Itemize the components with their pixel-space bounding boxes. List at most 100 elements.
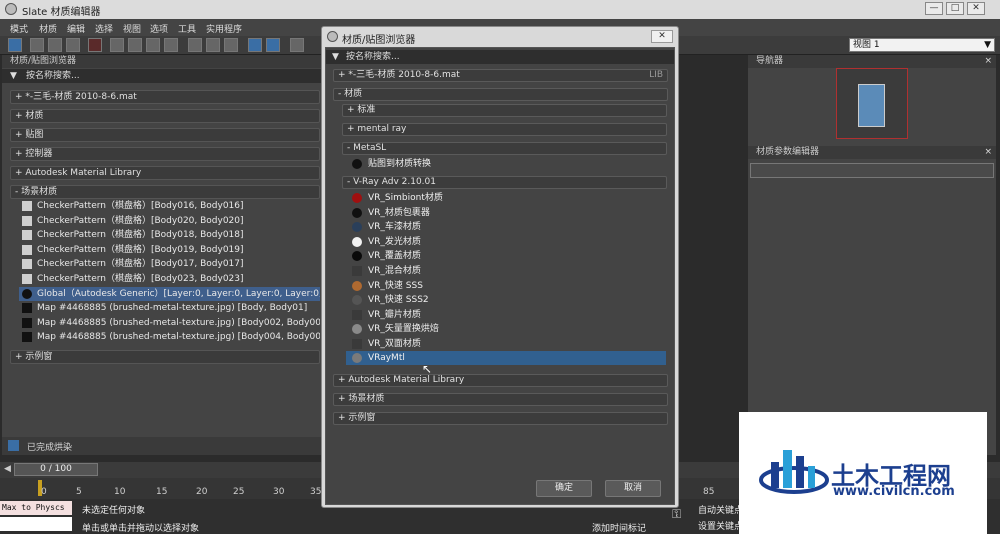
scene-material-item[interactable]: CheckerPattern（棋盘格）[Body020, Body020]	[19, 214, 320, 228]
key-icon[interactable]: ⚿	[672, 507, 681, 522]
tick-label: 85	[703, 487, 715, 497]
add-time-tag[interactable]: 添加时间标记	[592, 521, 646, 534]
time-prev-icon[interactable]: ◀	[4, 464, 11, 474]
hierarchy-icon[interactable]	[224, 38, 238, 52]
group-sample-slots[interactable]: + 示例窗	[333, 412, 668, 425]
group-scene-materials[interactable]: + 场景材质	[333, 393, 668, 406]
material-item[interactable]: VR_快速 SSS	[346, 279, 666, 293]
material-ball-icon	[352, 353, 362, 363]
layout-icon[interactable]	[206, 38, 220, 52]
view-select-value: 视图 1	[853, 40, 880, 50]
options-arrow-icon[interactable]: ▼	[332, 50, 339, 64]
material-item[interactable]: VR_覆盖材质	[346, 249, 666, 263]
scene-map-item[interactable]: Map #4468885 (brushed-metal-texture.jpg)…	[19, 316, 320, 330]
menu-tools[interactable]: 工具	[178, 22, 196, 35]
ok-button[interactable]: 确定	[536, 480, 592, 497]
material-item[interactable]: VR_材质包裹器	[346, 206, 666, 220]
scene-map-item[interactable]: Map #4468885 (brushed-metal-texture.jpg)…	[19, 301, 320, 315]
material-ball-icon	[352, 208, 362, 218]
menu-view[interactable]: 视图	[123, 22, 141, 35]
group-materials[interactable]: + 材质	[10, 109, 320, 123]
pick-icon[interactable]	[290, 38, 304, 52]
search-input[interactable]: ▼ 按名称搜索...	[2, 69, 322, 83]
menu-options[interactable]: 选项	[150, 22, 168, 35]
group-sample-slots[interactable]: + 示例窗	[10, 350, 320, 364]
app-icon	[327, 31, 338, 42]
move-children-icon[interactable]	[110, 38, 124, 52]
material-item[interactable]: VR_车漆材质	[346, 220, 666, 234]
material-item[interactable]: VR_瓣片材质	[346, 308, 666, 322]
material-ball-icon	[352, 339, 362, 349]
set-key-button[interactable]: 设置关键点	[698, 519, 743, 532]
options-arrow-icon[interactable]: ▼	[10, 69, 17, 83]
nav-up-icon[interactable]	[248, 38, 262, 52]
put-material-icon[interactable]	[48, 38, 62, 52]
navigator-viewport-rect[interactable]	[858, 84, 885, 127]
material-id-icon[interactable]	[128, 38, 142, 52]
param-editor-field[interactable]	[750, 163, 994, 178]
material-item[interactable]: VR_双面材质	[346, 337, 666, 351]
scene-material-item-selected[interactable]: Global（Autodesk Generic）[Layer:0, Layer:…	[19, 287, 320, 301]
menu-mode[interactable]: 模式	[10, 22, 28, 35]
subgroup-mental-ray[interactable]: + mental ray	[342, 123, 667, 136]
group-file-library[interactable]: + *-三毛-材质 2010-8-6.mat LIB	[333, 69, 668, 82]
scene-material-item[interactable]: CheckerPattern（棋盘格）[Body023, Body023]	[19, 272, 320, 286]
material-item[interactable]: VR_混合材质	[346, 264, 666, 278]
select-tool-icon[interactable]	[8, 38, 22, 52]
group-autodesk-library[interactable]: + Autodesk Material Library	[10, 166, 320, 180]
assign-material-icon[interactable]	[66, 38, 80, 52]
tick-label: 15	[156, 487, 168, 497]
subgroup-metasl[interactable]: - MetaSL	[342, 142, 667, 155]
delete-icon[interactable]	[88, 38, 102, 52]
group-maps[interactable]: + 贴图	[10, 128, 320, 142]
menu-select[interactable]: 选择	[95, 22, 113, 35]
maxscript-listener[interactable]: Max to Physcs	[0, 501, 72, 515]
scene-material-item[interactable]: CheckerPattern（棋盘格）[Body019, Body019]	[19, 243, 320, 257]
navigator-close-icon[interactable]: ×	[984, 56, 992, 66]
maximize-button[interactable]: □	[946, 2, 964, 15]
material-item[interactable]: 贴图到材质转换	[346, 157, 666, 171]
minimize-button[interactable]: —	[925, 2, 943, 15]
tick-label: 25	[233, 487, 245, 497]
group-autodesk-library[interactable]: + Autodesk Material Library	[333, 374, 668, 387]
nav-down-icon[interactable]	[266, 38, 280, 52]
material-item[interactable]: VR_矢量置换烘焙	[346, 322, 666, 336]
group-controllers[interactable]: + 控制器	[10, 147, 320, 161]
material-ball-icon	[22, 289, 32, 299]
checker-bg-icon[interactable]	[164, 38, 178, 52]
menu-utilities[interactable]: 实用程序	[206, 22, 242, 35]
dialog-close-button[interactable]: ✕	[651, 30, 673, 43]
view-select-dropdown[interactable]: 视图 1 ▼	[849, 38, 995, 52]
scene-map-item[interactable]: Map #4468885 (brushed-metal-texture.jpg)…	[19, 330, 320, 344]
material-ball-icon	[352, 281, 362, 291]
dialog-body: ▼ 按名称搜索... + *-三毛-材质 2010-8-6.mat LIB - …	[325, 47, 675, 505]
cancel-button[interactable]: 取消	[605, 480, 661, 497]
material-item[interactable]: VR_快速 SSS2	[346, 293, 666, 307]
material-ball-icon	[352, 237, 362, 247]
scene-material-item[interactable]: CheckerPattern（棋盘格）[Body018, Body018]	[19, 228, 320, 242]
maxscript-output[interactable]	[0, 517, 72, 531]
group-scene-materials[interactable]: - 场景材质	[10, 185, 320, 199]
subgroup-standard[interactable]: + 标准	[342, 104, 667, 117]
auto-key-button[interactable]: 自动关键点	[698, 503, 743, 516]
sample-type-icon[interactable]	[188, 38, 202, 52]
subgroup-vray[interactable]: - V-Ray Adv 2.10.01	[342, 176, 667, 189]
menu-edit[interactable]: 编辑	[67, 22, 85, 35]
material-item-selected[interactable]: VRayMtl	[346, 351, 666, 365]
navigator-title: 导航器	[748, 55, 996, 68]
material-item[interactable]: VR_Simbiont材质	[346, 191, 666, 205]
dialog-search-input[interactable]: ▼ 按名称搜索...	[326, 50, 674, 64]
close-button[interactable]: ✕	[967, 2, 985, 15]
scene-material-item[interactable]: CheckerPattern（棋盘格）[Body017, Body017]	[19, 257, 320, 271]
eyedropper-icon[interactable]	[30, 38, 44, 52]
checker-swatch-icon	[22, 259, 32, 269]
group-file-library[interactable]: + *-三毛-材质 2010-8-6.mat	[10, 90, 320, 104]
menu-material[interactable]: 材质	[39, 22, 57, 35]
material-ball-icon	[352, 159, 362, 169]
material-item[interactable]: VR_发光材质	[346, 235, 666, 249]
time-slider-handle[interactable]: 0 / 100	[14, 463, 98, 476]
group-materials[interactable]: - 材质	[333, 88, 668, 101]
show-map-icon[interactable]	[146, 38, 160, 52]
scene-material-item[interactable]: CheckerPattern（棋盘格）[Body016, Body016]	[19, 199, 320, 213]
param-editor-close-icon[interactable]: ×	[984, 147, 992, 157]
